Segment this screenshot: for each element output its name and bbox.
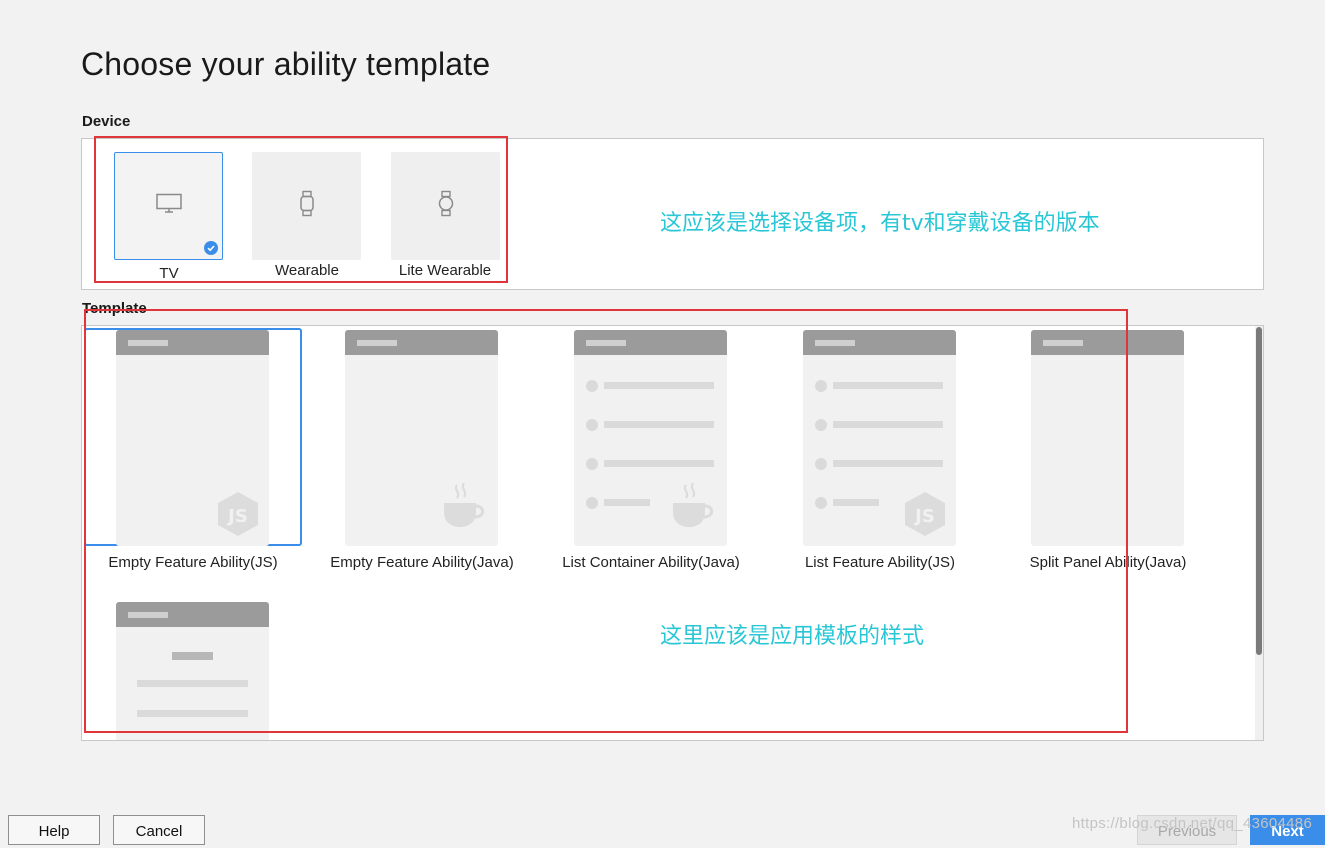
- watermark-text: https://blog.csdn.net/qq_43604486: [1072, 815, 1313, 832]
- template-annotation-box: [84, 309, 1128, 733]
- device-annotation-box: [94, 136, 508, 283]
- page-title: Choose your ability template: [81, 46, 491, 82]
- template-scrollbar-thumb[interactable]: [1256, 327, 1262, 655]
- cancel-button[interactable]: Cancel: [113, 815, 205, 845]
- template-annotation-note: 这里应该是应用模板的样式: [660, 624, 925, 649]
- help-button[interactable]: Help: [8, 815, 100, 845]
- device-annotation-note: 这应该是选择设备项，有tv和穿戴设备的版本: [660, 211, 1100, 236]
- device-section-label: Device: [82, 113, 131, 130]
